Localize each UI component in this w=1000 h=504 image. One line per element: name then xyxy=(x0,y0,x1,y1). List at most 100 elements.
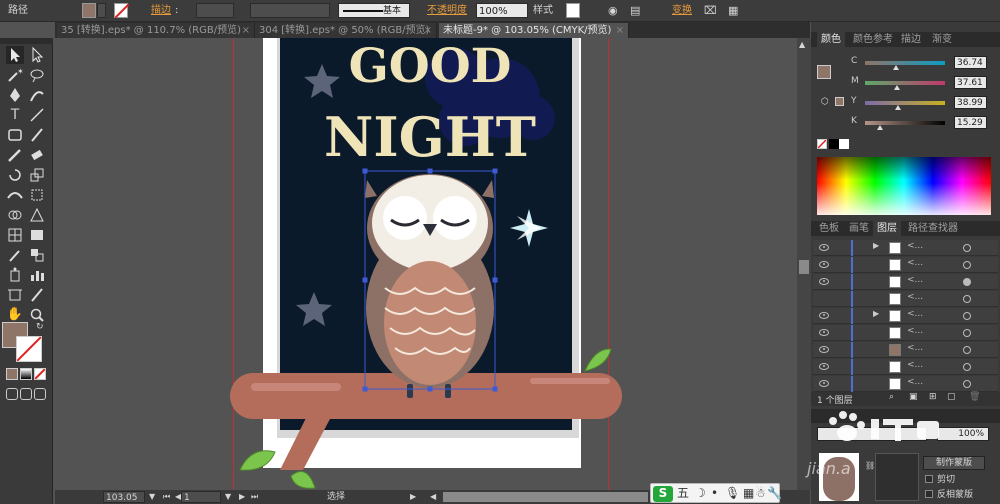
perspective-grid-icon[interactable] xyxy=(28,206,46,224)
tab-doc-35[interactable]: 35 [转换].eps* @ 110.7% (RGB/预览) × xyxy=(57,23,255,38)
black-slider[interactable]: K 15.29 xyxy=(851,116,1000,130)
last-artboard-icon[interactable]: ⏭ xyxy=(251,491,258,503)
target-circle-icon[interactable] xyxy=(963,278,971,286)
fill-swatch[interactable] xyxy=(82,3,96,18)
width-tool-icon[interactable] xyxy=(6,186,24,204)
tab-stroke[interactable]: 描边 xyxy=(897,32,925,47)
isolate-icon[interactable]: ⌧ xyxy=(704,3,717,18)
pen-tool-icon[interactable] xyxy=(6,86,24,104)
ime-toolbar[interactable]: S 五 ☽ • 🎙 ▦ ☃ 🔧 xyxy=(650,483,782,503)
color-mode-icon[interactable] xyxy=(6,368,18,380)
canvas-area[interactable]: GOOD NIGHT xyxy=(55,38,797,490)
curvature-tool-icon[interactable] xyxy=(28,86,46,104)
cyan-slider[interactable]: C 36.74 xyxy=(851,56,1000,70)
cyan-track[interactable] xyxy=(865,61,945,65)
artboard-dropdown-icon[interactable]: ▼ xyxy=(225,491,231,503)
invert-mask-checkbox[interactable] xyxy=(925,490,933,498)
tab-color-guide[interactable]: 颜色参考 xyxy=(849,32,897,47)
tools-wrench-icon[interactable]: 🔧 xyxy=(767,486,782,500)
yellow-value[interactable]: 38.99 xyxy=(954,96,987,109)
stroke-swatch[interactable] xyxy=(114,3,129,18)
symbol-sprayer-icon[interactable] xyxy=(6,266,24,284)
visibility-eye-icon[interactable] xyxy=(819,380,829,387)
opacity-label[interactable]: 不透明度 xyxy=(427,3,467,18)
close-icon[interactable]: × xyxy=(424,23,432,38)
layer-name[interactable]: <... xyxy=(907,377,923,387)
layer-row[interactable]: <... xyxy=(813,376,998,392)
moon-icon[interactable]: ☽ xyxy=(695,486,706,500)
panel-menu-icon[interactable]: ▦ xyxy=(728,3,738,18)
ime-logo-icon[interactable]: S xyxy=(653,486,673,502)
tab-pathfinder[interactable]: 路径查找器 xyxy=(904,221,962,236)
target-circle-icon[interactable] xyxy=(963,363,971,371)
visibility-eye-icon[interactable] xyxy=(819,363,829,370)
magenta-slider[interactable]: M 37.61 xyxy=(851,76,1000,90)
direct-selection-tool-icon[interactable] xyxy=(28,46,46,64)
scale-tool-icon[interactable] xyxy=(28,166,46,184)
eyedropper-tool-icon[interactable] xyxy=(6,246,24,264)
gradient-tool-icon[interactable] xyxy=(28,226,46,244)
clip-checkbox[interactable] xyxy=(925,475,933,483)
layer-name[interactable]: <... xyxy=(907,360,923,370)
free-transform-tool-icon[interactable] xyxy=(28,186,46,204)
target-circle-icon[interactable] xyxy=(963,312,971,320)
expand-arrow-icon[interactable]: ▶ xyxy=(873,241,879,250)
visibility-eye-icon[interactable] xyxy=(819,346,829,353)
new-layer-icon[interactable]: ▢ xyxy=(947,392,956,402)
pencil-tool-icon[interactable] xyxy=(6,146,24,164)
layer-name[interactable]: <... xyxy=(907,292,923,302)
gamut-warning-icon[interactable]: ⬡ xyxy=(821,97,829,107)
layer-name[interactable]: <... xyxy=(907,241,923,251)
none-mode-icon[interactable] xyxy=(34,368,46,380)
visibility-eye-icon[interactable] xyxy=(819,244,829,251)
vertical-scrollbar[interactable]: ▲ xyxy=(797,38,811,490)
target-circle-icon[interactable] xyxy=(963,346,971,354)
scroll-up-icon[interactable]: ▲ xyxy=(799,40,805,49)
none-swatch[interactable] xyxy=(817,139,827,149)
paintbrush-tool-icon[interactable] xyxy=(28,126,46,144)
yellow-thumb[interactable] xyxy=(895,105,901,110)
swap-fill-stroke-icon[interactable]: ↻ xyxy=(36,322,44,332)
tab-swatches[interactable]: 色板 xyxy=(815,221,843,236)
panel-fill-swatch[interactable] xyxy=(817,65,831,79)
color-spectrum[interactable] xyxy=(817,157,991,215)
layer-row[interactable]: <... xyxy=(813,291,998,307)
stroke-label[interactable]: 描边 xyxy=(151,3,171,18)
tab-gradient[interactable]: 渐变 xyxy=(928,32,956,47)
web-safe-swatch[interactable] xyxy=(835,97,844,106)
layer-row[interactable]: <... xyxy=(813,325,998,341)
layer-row[interactable]: <... xyxy=(813,342,998,358)
scroll-thumb[interactable] xyxy=(799,260,809,274)
cyan-value[interactable]: 36.74 xyxy=(954,56,987,69)
transform-link[interactable]: 变换 xyxy=(672,3,692,18)
recolor-icon[interactable]: ◉ xyxy=(608,3,618,18)
blend-tool-icon[interactable] xyxy=(28,246,46,264)
layer-name[interactable]: <... xyxy=(907,309,923,319)
zoom-field[interactable]: 103.05 xyxy=(103,491,145,503)
tab-layers[interactable]: 图层 xyxy=(873,221,901,236)
mask-link-icon[interactable]: ⛓ xyxy=(865,461,875,470)
black-swatch[interactable] xyxy=(829,139,839,149)
black-value[interactable]: 15.29 xyxy=(954,116,987,129)
make-mask-button[interactable]: 制作蒙版 xyxy=(923,456,985,470)
target-circle-icon[interactable] xyxy=(963,329,971,337)
opacity-field[interactable]: 100% xyxy=(476,3,528,18)
stroke-color-box[interactable] xyxy=(16,336,42,362)
black-thumb[interactable] xyxy=(877,125,883,130)
magenta-value[interactable]: 37.61 xyxy=(954,76,987,89)
draw-mode-icon[interactable] xyxy=(6,388,18,400)
shape-builder-tool-icon[interactable] xyxy=(6,206,24,224)
visibility-eye-icon[interactable] xyxy=(819,261,829,268)
mic-icon[interactable]: 🎙 xyxy=(725,486,740,500)
artboard-number-field[interactable]: 1 xyxy=(181,491,221,503)
tab-doc-304[interactable]: 304 [转换].eps* @ 50% (RGB/预览) × xyxy=(255,23,437,38)
clipping-mask-icon[interactable]: ▣ xyxy=(909,392,918,402)
layer-name[interactable]: <... xyxy=(907,275,923,285)
skin-icon[interactable]: ☃ xyxy=(755,486,766,500)
rotate-tool-icon[interactable] xyxy=(6,166,24,184)
expand-arrow-icon[interactable]: ▶ xyxy=(873,309,879,318)
magic-wand-icon[interactable]: ✶ xyxy=(6,66,24,84)
target-circle-icon[interactable] xyxy=(963,261,971,269)
layer-name[interactable]: <... xyxy=(907,258,923,268)
stroke-weight-field[interactable] xyxy=(196,3,234,18)
